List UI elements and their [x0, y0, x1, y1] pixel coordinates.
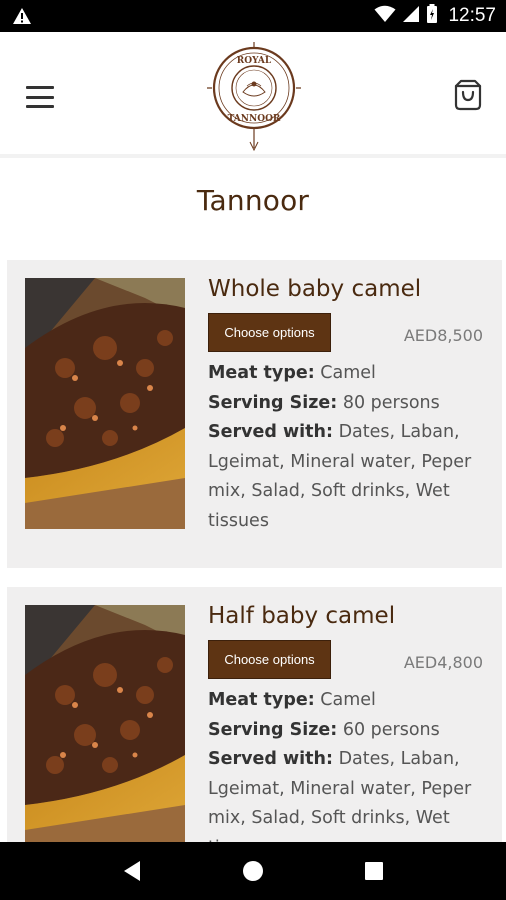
- recents-icon[interactable]: [354, 851, 394, 891]
- product-image[interactable]: [25, 278, 185, 529]
- product-name[interactable]: Half baby camel: [208, 603, 395, 629]
- serving-size-line: Serving Size: 80 persons: [208, 392, 440, 413]
- status-bar: 12:57: [0, 0, 506, 32]
- choose-options-button[interactable]: Choose options: [208, 313, 331, 352]
- product-price: AED8,500: [403, 326, 483, 345]
- served-with-line: Served with: Dates, Laban, Lgeimat, Mine…: [208, 422, 472, 531]
- product-details: Meat type: Camel Serving Size: 60 person…: [208, 686, 478, 863]
- product-details: Meat type: Camel Serving Size: 80 person…: [208, 359, 478, 536]
- choose-options-button[interactable]: Choose options: [208, 640, 331, 679]
- product-name[interactable]: Whole baby camel: [208, 276, 421, 302]
- system-navigation-bar: [0, 842, 506, 900]
- product-price: AED4,800: [403, 653, 483, 672]
- royal-tannoor-logo[interactable]: ROYAL TANNOOR: [207, 40, 301, 152]
- status-time: 12:57: [448, 5, 496, 26]
- serving-size-line: Serving Size: 60 persons: [208, 719, 440, 740]
- site-header: ROYAL TANNOOR: [0, 32, 506, 158]
- meat-type-line: Meat type: Camel: [208, 690, 376, 710]
- meat-type-line: Meat type: Camel: [208, 363, 376, 383]
- signal-icon: [402, 5, 420, 27]
- wifi-icon: [374, 5, 396, 27]
- svg-text:ROYAL: ROYAL: [237, 56, 272, 66]
- hamburger-menu-icon[interactable]: [26, 86, 54, 108]
- back-icon[interactable]: [112, 851, 152, 891]
- warning-icon: [10, 4, 34, 28]
- battery-icon: [426, 4, 438, 28]
- product-image[interactable]: [25, 605, 185, 856]
- home-icon[interactable]: [233, 851, 273, 891]
- svg-text:TANNOOR: TANNOOR: [228, 114, 281, 124]
- page-title: Tannoor: [196, 184, 310, 217]
- product-card: Whole baby camel Choose options AED8,500…: [7, 260, 502, 568]
- shopping-bag-icon[interactable]: [452, 78, 484, 112]
